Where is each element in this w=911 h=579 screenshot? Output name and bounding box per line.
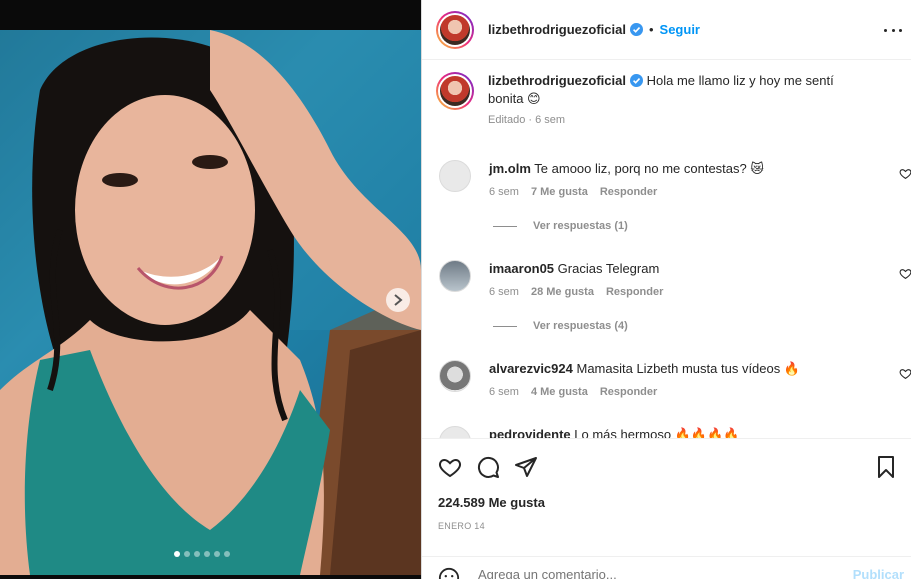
- carousel-dot: [174, 551, 180, 557]
- comment-time: 6 sem: [489, 186, 519, 198]
- carousel-dot: [204, 551, 210, 557]
- comment-likes[interactable]: 7 Me gusta: [531, 186, 588, 198]
- comment-text: Mamasita Lizbeth musta tus vídeos 🔥: [576, 361, 801, 376]
- post-caption: lizbethrodriguezoficial Hola me llamo li…: [436, 72, 896, 126]
- carousel-dot: [184, 551, 190, 557]
- follow-button[interactable]: Seguir: [660, 22, 700, 37]
- commenter-username[interactable]: alvarezvic924: [489, 361, 573, 376]
- comment-likes[interactable]: 28 Me gusta: [531, 286, 594, 298]
- view-replies-button[interactable]: Ver respuestas (1): [493, 220, 628, 232]
- comment-time: 6 sem: [489, 286, 519, 298]
- verified-badge-icon: [629, 23, 643, 36]
- author-username[interactable]: lizbethrodriguezoficial: [488, 22, 626, 37]
- media-bottom-bar: [0, 575, 421, 579]
- commenter-username[interactable]: imaaron05: [489, 261, 554, 276]
- comment-icon[interactable]: [476, 455, 500, 479]
- carousel-dot: [194, 551, 200, 557]
- comment-time: 6 sem: [489, 386, 519, 398]
- header-separator: •: [648, 22, 654, 37]
- media-top-bar: [0, 0, 421, 30]
- publish-button[interactable]: Publicar: [853, 567, 904, 579]
- view-replies-button[interactable]: Ver respuestas (4): [493, 320, 628, 332]
- caption-username[interactable]: lizbethrodriguezoficial: [488, 73, 626, 88]
- reply-button[interactable]: Responder: [600, 386, 657, 398]
- comment-likes[interactable]: 4 Me gusta: [531, 386, 588, 398]
- commenter-username[interactable]: jm.olm: [489, 161, 531, 176]
- photo-illustration: [0, 30, 421, 575]
- share-icon[interactable]: [514, 455, 538, 479]
- author-avatar[interactable]: [436, 10, 474, 49]
- likes-count[interactable]: 224.589 Me gusta: [438, 495, 545, 510]
- bookmark-icon[interactable]: [874, 455, 898, 479]
- verified-badge-icon: [629, 74, 643, 87]
- reply-button[interactable]: Responder: [606, 286, 663, 298]
- avatar-image: [440, 14, 470, 45]
- carousel-dot: [214, 551, 220, 557]
- next-photo-button[interactable]: [386, 288, 410, 312]
- carousel-dot: [224, 551, 230, 557]
- emoji-icon[interactable]: [438, 567, 460, 579]
- carousel-dots: [174, 551, 230, 557]
- commenter-username[interactable]: pedrovidente: [489, 427, 571, 438]
- commenter-avatar[interactable]: [439, 160, 471, 192]
- commenter-avatar[interactable]: [439, 260, 471, 292]
- comment-text: Lo más hermoso 🔥🔥🔥🔥: [574, 427, 740, 438]
- reply-button[interactable]: Responder: [600, 186, 657, 198]
- post-panel: lizbethrodriguezoficial • Seguir lizbeth…: [421, 0, 911, 579]
- heart-icon[interactable]: [438, 455, 462, 479]
- post-media: [0, 0, 421, 579]
- heart-icon[interactable]: [899, 367, 911, 380]
- comment-text: Gracias Telegram: [557, 261, 660, 276]
- caption-avatar[interactable]: [436, 72, 474, 110]
- comments-list[interactable]: lizbethrodriguezoficial Hola me llamo li…: [422, 60, 911, 438]
- commenter-avatar[interactable]: [439, 360, 471, 392]
- post-actions: 224.589 Me gusta ENERO 14: [422, 438, 911, 548]
- post-date: ENERO 14: [438, 521, 485, 531]
- post-header: lizbethrodriguezoficial • Seguir: [422, 0, 911, 60]
- commenter-avatar[interactable]: [439, 426, 471, 438]
- heart-icon[interactable]: [899, 267, 911, 280]
- comment-text: Te amooo liz, porq no me contestas? 😿: [534, 161, 764, 176]
- heart-icon[interactable]: [899, 167, 911, 180]
- comment-input[interactable]: [478, 567, 818, 579]
- comment-composer: Publicar: [422, 556, 911, 579]
- more-options-icon[interactable]: [884, 22, 902, 38]
- caption-meta: Editado · 6 sem: [488, 114, 566, 126]
- post-photo[interactable]: [0, 30, 421, 575]
- next-arrow-icon: [394, 294, 403, 306]
